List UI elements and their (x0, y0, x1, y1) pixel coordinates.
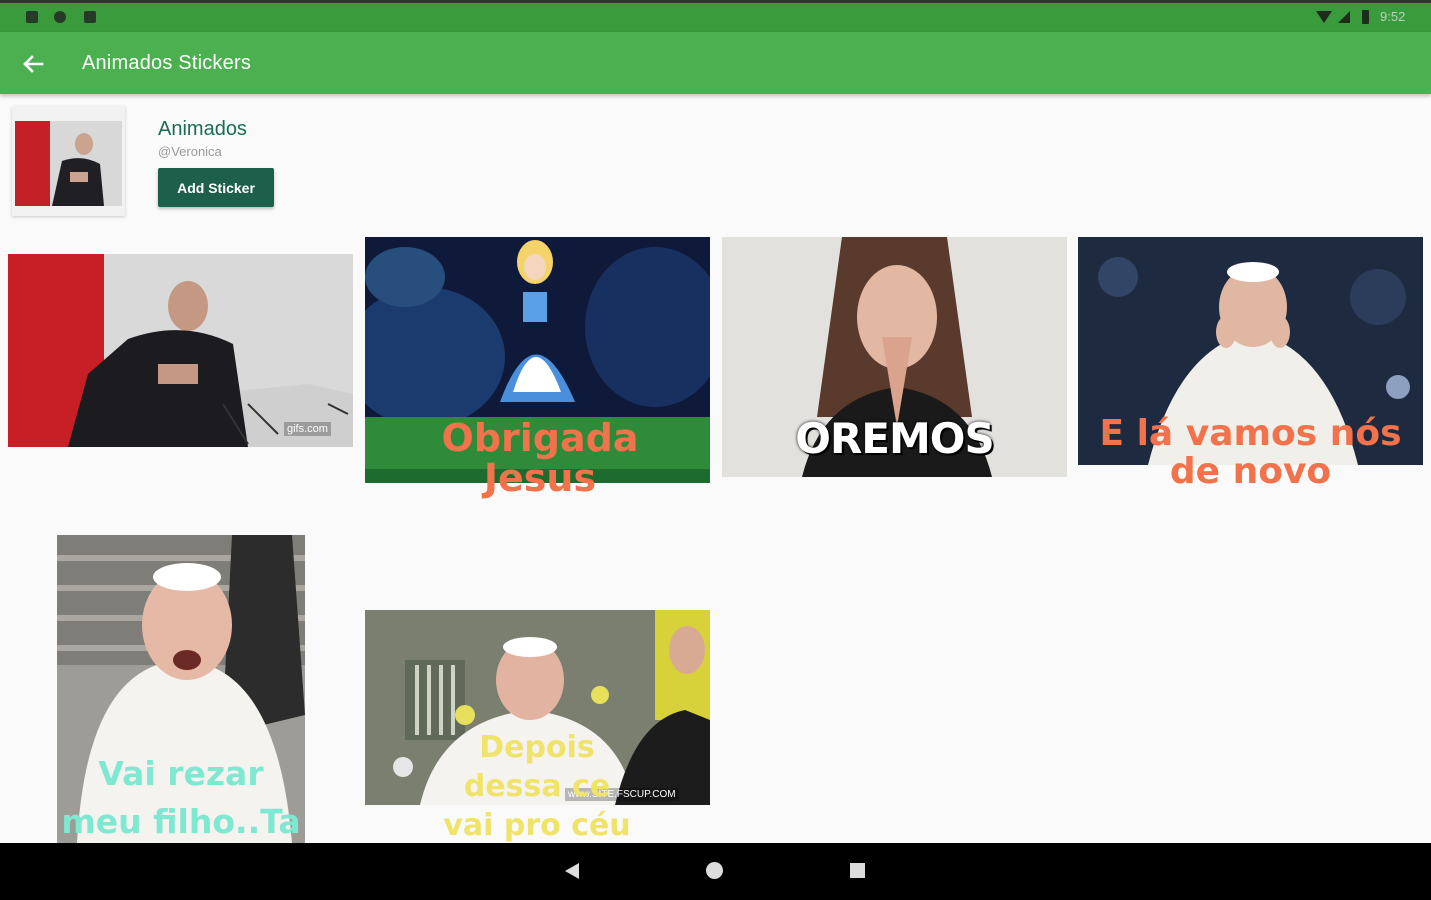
cell-signal-icon (1338, 11, 1350, 23)
sticker-item[interactable]: Vai rezar meu filho..Ta (57, 535, 305, 843)
wifi-icon (1316, 11, 1332, 23)
app-screen: 9:52 Animados Stickers Animados @Veronic… (0, 0, 1431, 900)
navigation-bar (0, 843, 1431, 900)
sticker-item[interactable]: gifs.com (8, 254, 353, 447)
app-bar: Animados Stickers (0, 32, 1431, 94)
sticker-item[interactable]: OREMOS (722, 237, 1067, 477)
arrow-left-icon (23, 55, 44, 73)
sticker-caption: Obrigada Jesus (441, 416, 639, 500)
sticker-caption: E lá vamos nós de novo (1099, 413, 1402, 492)
pack-tray-icon (12, 106, 125, 216)
status-bar: 9:52 (0, 0, 1431, 32)
sticker-caption: OREMOS (795, 414, 994, 463)
notification-icon (26, 11, 38, 23)
nav-recents-icon[interactable] (850, 863, 865, 878)
sticker-caption: Depois dessa ce vai pro céu (443, 730, 631, 843)
sticker-item[interactable]: Obrigada Jesus (365, 237, 710, 499)
app-title: Animados Stickers (82, 52, 252, 74)
back-button[interactable] (16, 47, 50, 81)
notification-icon (84, 11, 96, 23)
sticker-caption: Vai rezar meu filho..Ta (61, 754, 301, 841)
sticker-watermark: gifs.com (284, 422, 331, 436)
pack-name: Animados (158, 118, 247, 140)
pack-publisher: @Veronica (158, 144, 222, 159)
status-clock: 9:52 (1380, 9, 1406, 24)
sticker-item[interactable]: www.SITE.FSCUP.COM Depois dessa ce vai p… (365, 610, 710, 843)
notification-icon (54, 11, 66, 23)
nav-back-icon[interactable] (565, 863, 579, 879)
nav-home-icon[interactable] (706, 862, 723, 879)
battery-icon (1362, 10, 1369, 24)
sticker-item[interactable]: E lá vamos nós de novo (1078, 237, 1423, 517)
add-sticker-button[interactable]: Add Sticker (158, 168, 274, 207)
